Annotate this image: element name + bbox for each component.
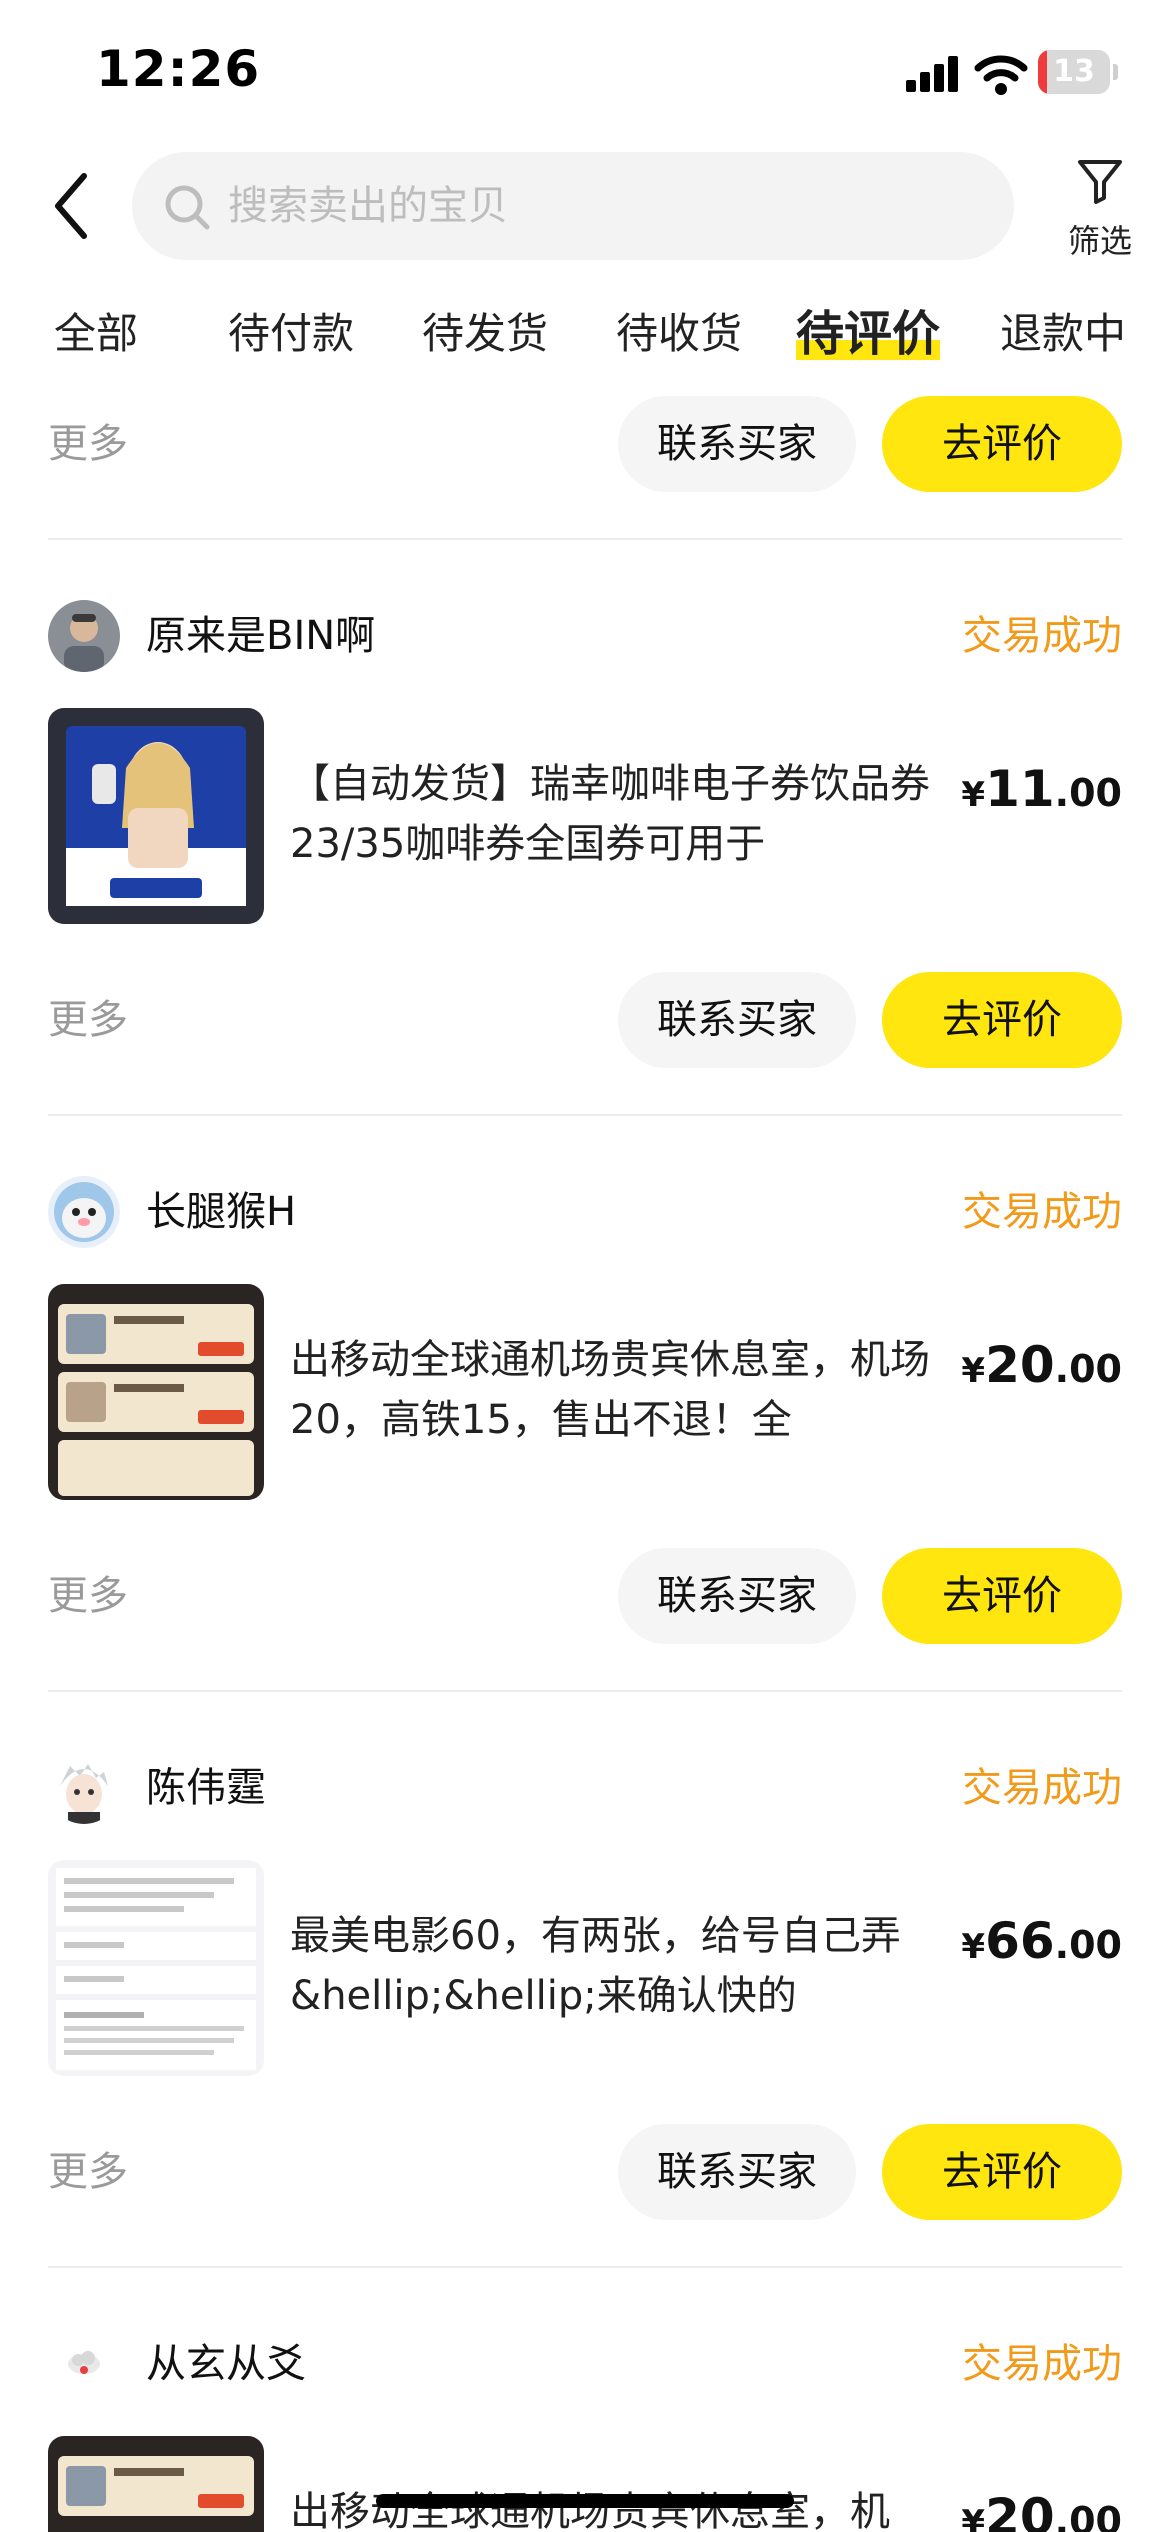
- divider: [48, 538, 1122, 540]
- price: ¥66.00: [961, 1912, 1122, 1970]
- divider: [48, 2266, 1122, 2268]
- order-actions: 更多 联系买家 去评价: [48, 396, 1122, 492]
- price-decimal: .00: [1054, 771, 1122, 815]
- buyer-name: 原来是BIN啊: [146, 613, 376, 659]
- price-decimal: .00: [1054, 1347, 1122, 1391]
- price-integer: 66: [985, 1912, 1055, 1970]
- product-row[interactable]: 最美电影60，有两张，给号自己弄&hellip;&hellip;来确认快的 ¥6…: [48, 1860, 1122, 2076]
- tab-label: 全部: [54, 309, 139, 358]
- order-actions: 更多 联系买家 去评价: [48, 972, 1122, 1068]
- avatar: [48, 1176, 120, 1248]
- contact-buyer-button[interactable]: 联系买家: [618, 972, 856, 1068]
- review-button[interactable]: 去评价: [882, 972, 1122, 1068]
- back-button[interactable]: [40, 166, 110, 246]
- search-input[interactable]: 搜索卖出的宝贝: [132, 152, 1014, 260]
- divider: [48, 1690, 1122, 1692]
- filter-label: 筛选: [1067, 222, 1132, 260]
- wifi-icon: [974, 55, 1028, 95]
- tab-refunding[interactable]: 退款中: [1000, 300, 1126, 361]
- product-row[interactable]: 出移动全球通机场贵宾休息室，机场20，高铁15，售出不退！全 ¥20.00: [48, 1284, 1122, 1500]
- review-button[interactable]: 去评价: [882, 2124, 1122, 2220]
- tab-label: 退款中: [1000, 309, 1127, 358]
- battery-text: 13: [1053, 54, 1095, 89]
- tab-pending-shipment[interactable]: 待发货: [422, 300, 548, 361]
- product-thumbnail: [48, 1284, 264, 1500]
- product-thumbnail: [48, 708, 264, 924]
- buyer-name: 从玄从爻: [146, 2341, 306, 2387]
- search-placeholder: 搜索卖出的宝贝: [228, 183, 508, 229]
- avatar: [48, 600, 120, 672]
- tab-label: 待评价: [796, 306, 941, 362]
- review-button[interactable]: 去评价: [882, 1548, 1122, 1644]
- avatar: [48, 1752, 120, 1824]
- more-link[interactable]: 更多: [48, 972, 128, 1068]
- contact-buyer-button[interactable]: 联系买家: [618, 2124, 856, 2220]
- order-actions: 更多 联系买家 去评价: [48, 1548, 1122, 1644]
- review-button[interactable]: 去评价: [882, 396, 1122, 492]
- order-status: 交易成功: [962, 613, 1122, 659]
- home-indicator: [376, 2494, 794, 2508]
- order-status: 交易成功: [962, 1189, 1122, 1235]
- battery-indicator: 13: [1038, 50, 1118, 94]
- price-symbol: ¥: [961, 2503, 986, 2532]
- tab-all[interactable]: 全部: [54, 300, 138, 361]
- buyer-name: 陈伟霆: [146, 1765, 266, 1811]
- more-link[interactable]: 更多: [48, 2124, 128, 2220]
- price-integer: 11: [985, 760, 1055, 818]
- tab-label: 待发货: [422, 309, 549, 358]
- price-decimal: .00: [1054, 2499, 1122, 2532]
- order-seller-row[interactable]: 原来是BIN啊 交易成功: [48, 600, 1122, 674]
- status-time: 12:26: [96, 40, 261, 98]
- price-symbol: ¥: [961, 1351, 986, 1391]
- filter-button[interactable]: 筛选: [1050, 152, 1150, 272]
- order-seller-row[interactable]: 陈伟霆 交易成功: [48, 1752, 1122, 1826]
- product-title: 最美电影60，有两张，给号自己弄&hellip;&hellip;来确认快的: [290, 1913, 901, 2019]
- price-decimal: .00: [1054, 1923, 1122, 1967]
- avatar: [48, 2328, 120, 2400]
- contact-buyer-button[interactable]: 联系买家: [618, 396, 856, 492]
- buyer-name: 长腿猴H: [146, 1189, 297, 1235]
- product-title: 出移动全球通机场贵宾休息室，机场20，高铁15，售出不退！全: [290, 1337, 930, 1443]
- tab-pending-payment[interactable]: 待付款: [228, 300, 354, 361]
- status-bar: 12:26 13: [0, 0, 1170, 140]
- order-tabs: 全部 待付款 待发货 待收货 待评价 退款中: [0, 290, 1170, 380]
- price-integer: 20: [985, 1336, 1055, 1394]
- filter-icon: [1078, 160, 1122, 204]
- order-actions: 更多 联系买家 去评价: [48, 2124, 1122, 2220]
- product-row[interactable]: 出移动全球通机场贵宾休息室，机 ¥20.00: [48, 2436, 1122, 2532]
- tab-label: 待收货: [616, 309, 743, 358]
- tab-pending-review[interactable]: 待评价: [796, 294, 941, 364]
- product-title: 【自动发货】瑞幸咖啡电子券饮品券23/35咖啡券全国券可用于: [290, 761, 930, 867]
- divider: [48, 1114, 1122, 1116]
- order-seller-row[interactable]: 从玄从爻 交易成功: [48, 2328, 1122, 2402]
- price: ¥20.00: [961, 1336, 1122, 1394]
- tab-pending-receipt[interactable]: 待收货: [616, 300, 742, 361]
- order-status: 交易成功: [962, 2341, 1122, 2387]
- price-symbol: ¥: [961, 1927, 986, 1967]
- price-symbol: ¥: [961, 775, 986, 815]
- more-link[interactable]: 更多: [48, 1548, 128, 1644]
- product-row[interactable]: 【自动发货】瑞幸咖啡电子券饮品券23/35咖啡券全国券可用于 ¥11.00: [48, 708, 1122, 924]
- order-status: 交易成功: [962, 1765, 1122, 1811]
- product-thumbnail: [48, 2436, 264, 2532]
- signal-icon: [906, 56, 958, 92]
- price-integer: 20: [985, 2488, 1055, 2532]
- price: ¥20.00: [961, 2488, 1122, 2532]
- product-thumbnail: [48, 1860, 264, 2076]
- search-icon: [165, 185, 210, 230]
- price: ¥11.00: [961, 760, 1122, 818]
- tab-label: 待付款: [228, 309, 355, 358]
- contact-buyer-button[interactable]: 联系买家: [618, 1548, 856, 1644]
- order-seller-row[interactable]: 长腿猴H 交易成功: [48, 1176, 1122, 1250]
- more-link[interactable]: 更多: [48, 396, 128, 492]
